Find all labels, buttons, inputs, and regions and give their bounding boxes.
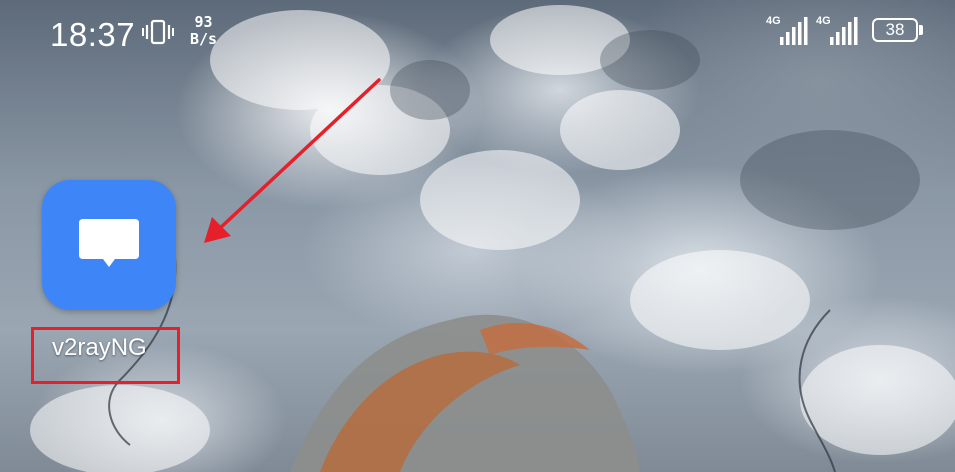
v2rayng-app-icon[interactable] <box>42 180 176 310</box>
network-speed-value: 93 <box>194 13 213 31</box>
network-type-label-sim1: 4G <box>766 15 781 27</box>
signal-strength-sim2: 4G <box>816 15 860 47</box>
battery-level: 38 <box>885 20 905 39</box>
network-type-label-sim2: 4G <box>816 15 831 27</box>
network-speed: 93 B/s <box>190 14 217 48</box>
status-bar: 18:37 93 B/s 4G 4G 38 <box>0 0 955 68</box>
cellular-signal-icon <box>780 17 808 45</box>
signal-strength-sim1: 4G <box>766 15 810 47</box>
battery-indicator: 38 <box>872 18 926 46</box>
message-bubble-icon <box>79 219 139 267</box>
annotation-highlight-box <box>31 327 180 384</box>
vibrate-mode-icon <box>142 19 174 45</box>
status-clock: 18:37 <box>50 16 136 53</box>
battery-cap <box>919 25 923 35</box>
cellular-signal-icon <box>830 17 858 45</box>
network-speed-unit: B/s <box>190 30 218 48</box>
